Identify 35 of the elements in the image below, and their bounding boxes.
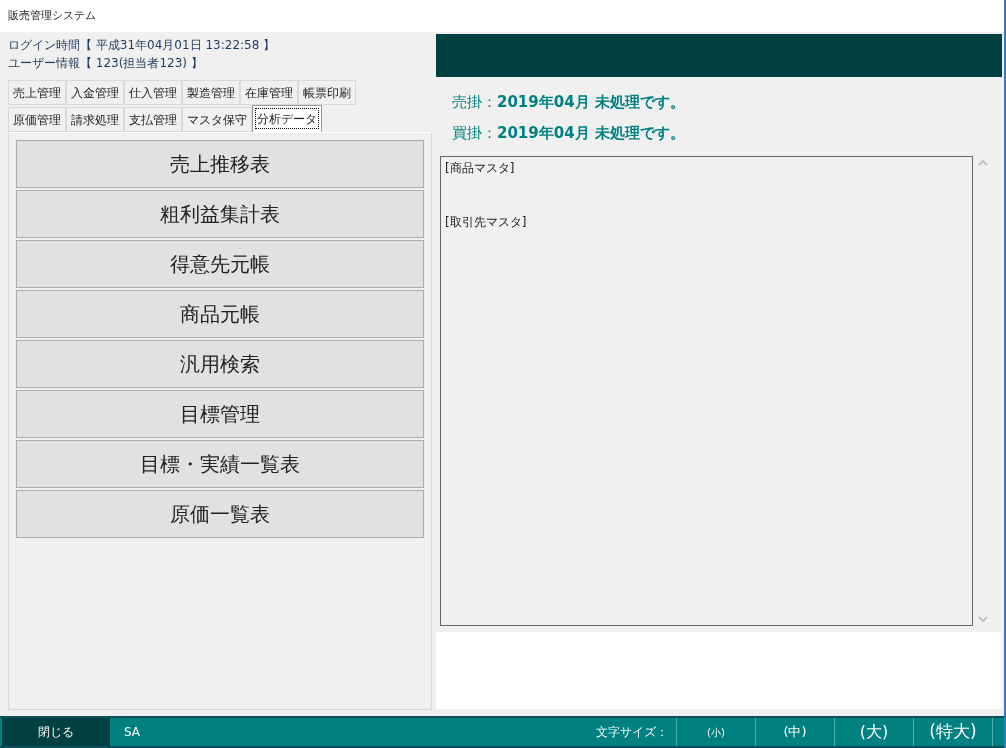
- tab[interactable]: マスタ保守: [182, 107, 252, 132]
- font-size-button[interactable]: (中): [755, 718, 834, 746]
- font-size-button[interactable]: (大): [834, 718, 913, 746]
- menu-button[interactable]: 商品元帳: [16, 290, 424, 338]
- tab[interactable]: 仕入管理: [124, 80, 182, 105]
- menu-button[interactable]: 原価一覧表: [16, 490, 424, 538]
- login-time: ログイン時間【 平成31年04月01日 13:22:58 】: [8, 37, 277, 54]
- menu-button[interactable]: 目標・実績一覧表: [16, 440, 424, 488]
- notice-text: 売掛：2019年04月 未処理です。: [452, 92, 686, 113]
- window-title: 販売管理システム: [8, 7, 96, 24]
- tab[interactable]: 請求処理: [66, 107, 124, 132]
- menu-button[interactable]: 粗利益集計表: [16, 190, 424, 238]
- menu-button[interactable]: 目標管理: [16, 390, 424, 438]
- log-line: [商品マスタ]: [445, 160, 516, 177]
- tab[interactable]: 帳票印刷: [298, 80, 356, 105]
- tab[interactable]: 分析データ: [252, 105, 322, 132]
- tab[interactable]: 原価管理: [8, 107, 66, 132]
- scroll-up-icon[interactable]: [978, 160, 988, 166]
- menu-button[interactable]: 売上推移表: [16, 140, 424, 188]
- user-info: ユーザー情報【 123(担当者123) 】: [8, 55, 204, 72]
- font-size-button[interactable]: (小): [676, 718, 755, 746]
- tab[interactable]: 売上管理: [8, 80, 66, 105]
- tab[interactable]: 入金管理: [66, 80, 124, 105]
- notice-text: 買掛：2019年04月 未処理です。: [452, 122, 686, 144]
- font-size-label: 文字サイズ：: [596, 724, 668, 741]
- tab[interactable]: 在庫管理: [240, 80, 298, 105]
- user-code: SA: [124, 724, 141, 741]
- log-line: [取引先マスタ]: [445, 214, 528, 231]
- menu-button[interactable]: 汎用検索: [16, 340, 424, 388]
- tab[interactable]: 支払管理: [124, 107, 182, 132]
- menu-button[interactable]: 得意先元帳: [16, 240, 424, 288]
- close-button[interactable]: 閉じる: [2, 718, 110, 746]
- font-size-button[interactable]: (特大): [913, 718, 992, 746]
- tab[interactable]: 製造管理: [182, 80, 240, 105]
- scroll-down-icon[interactable]: [978, 616, 988, 622]
